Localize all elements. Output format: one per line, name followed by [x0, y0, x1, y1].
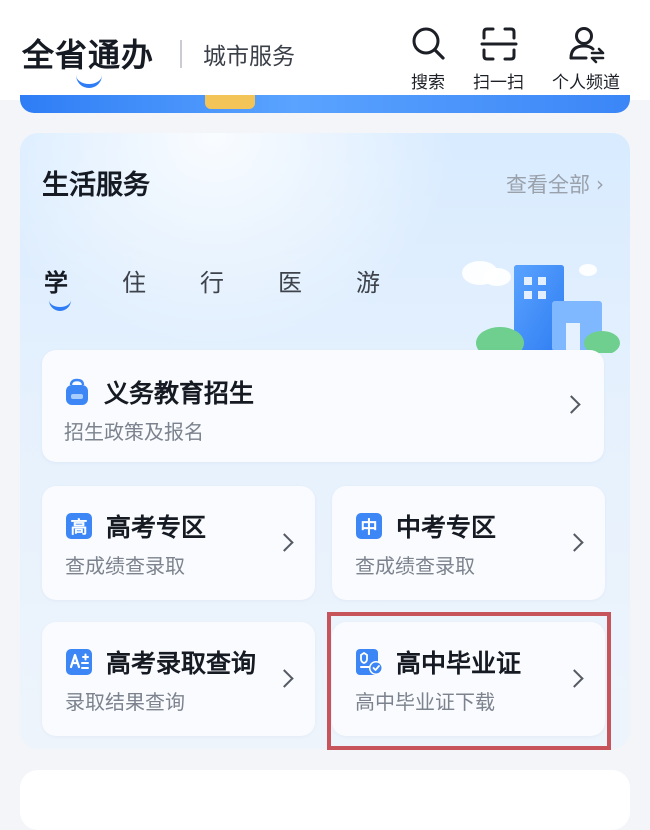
tab-label: 学: [44, 269, 68, 297]
tile-title-text: 义务教育招生: [104, 379, 255, 408]
top-header: 全省通办 城市服务 搜索 扫一扫 个人频道: [0, 0, 650, 100]
tab-label: 游: [356, 269, 380, 297]
tab-medical[interactable]: 医: [278, 263, 356, 298]
tile-title: 高考录取查询: [64, 644, 256, 680]
personal-channel-button[interactable]: 个人频道: [552, 24, 620, 93]
tab-transport[interactable]: 行: [200, 263, 278, 298]
tile-title: 中 中考专区: [354, 508, 496, 544]
highlight-annotation-box: [327, 612, 611, 750]
tab-travel[interactable]: 游: [356, 263, 434, 298]
compulsory-education-tile[interactable]: 义务教育招生 招生政策及报名: [42, 350, 604, 462]
chevron-right-icon: [565, 533, 584, 552]
next-section-card: [20, 770, 630, 830]
school-bag-icon: [66, 378, 88, 405]
search-icon: [412, 27, 445, 60]
chevron-right-icon: ›: [596, 172, 604, 196]
view-all-label: 查看全部: [506, 173, 590, 197]
tile-subtitle: 查成绩查录取: [65, 554, 185, 578]
chevron-right-icon: [562, 395, 581, 414]
gaokao-zone-tile[interactable]: 高 高考专区 查成绩查录取: [42, 486, 315, 600]
tile-title: 高 高考专区: [64, 508, 206, 544]
svg-text:高: 高: [71, 517, 88, 538]
tile-subtitle: 招生政策及报名: [64, 420, 204, 444]
tab-study[interactable]: 学: [44, 263, 122, 311]
tile-subtitle: 录取结果查询: [65, 690, 185, 714]
tile-title-text: 高考录取查询: [106, 649, 257, 678]
svg-text:中: 中: [361, 517, 378, 538]
tab-label: 医: [278, 269, 302, 297]
city-services-tab[interactable]: 城市服务: [203, 37, 295, 71]
scan-label: 扫一扫: [473, 73, 524, 93]
query-doc-icon: [66, 649, 92, 675]
section-title: 生活服务: [42, 170, 150, 201]
tab-label: 住: [122, 269, 146, 297]
person-icon: [569, 27, 605, 64]
view-all-link[interactable]: 查看全部 ›: [506, 169, 604, 199]
scan-icon: [480, 27, 517, 61]
building-illustration: [462, 261, 620, 353]
gaokao-badge-icon: 高: [66, 513, 92, 539]
scan-button[interactable]: 扫一扫: [473, 24, 524, 93]
tile-title-text: 中考专区: [396, 513, 497, 542]
banner-decoration: [205, 95, 255, 109]
tile-subtitle: 查成绩查录取: [355, 554, 475, 578]
tab-label: 行: [200, 269, 224, 297]
tab-housing[interactable]: 住: [122, 263, 200, 298]
zhongkao-zone-tile[interactable]: 中 中考专区 查成绩查录取: [332, 486, 605, 600]
personal-channel-label: 个人频道: [552, 73, 620, 93]
banner-carousel[interactable]: [20, 95, 630, 113]
search-label: 搜索: [411, 73, 445, 93]
zhongkao-badge-icon: 中: [356, 513, 382, 539]
chevron-right-icon: [275, 533, 294, 552]
chevron-right-icon: [275, 669, 294, 688]
search-button[interactable]: 搜索: [408, 24, 448, 93]
header-divider: [180, 40, 182, 68]
gaokao-admission-query-tile[interactable]: 高考录取查询 录取结果查询: [42, 622, 315, 736]
tile-title-text: 高考专区: [106, 513, 207, 542]
page-title[interactable]: 全省通办: [22, 30, 154, 76]
category-tabs: 学 住 行 医 游: [44, 263, 434, 311]
active-tab-indicator: [76, 74, 102, 88]
tile-title: 义务教育招生: [62, 374, 254, 410]
